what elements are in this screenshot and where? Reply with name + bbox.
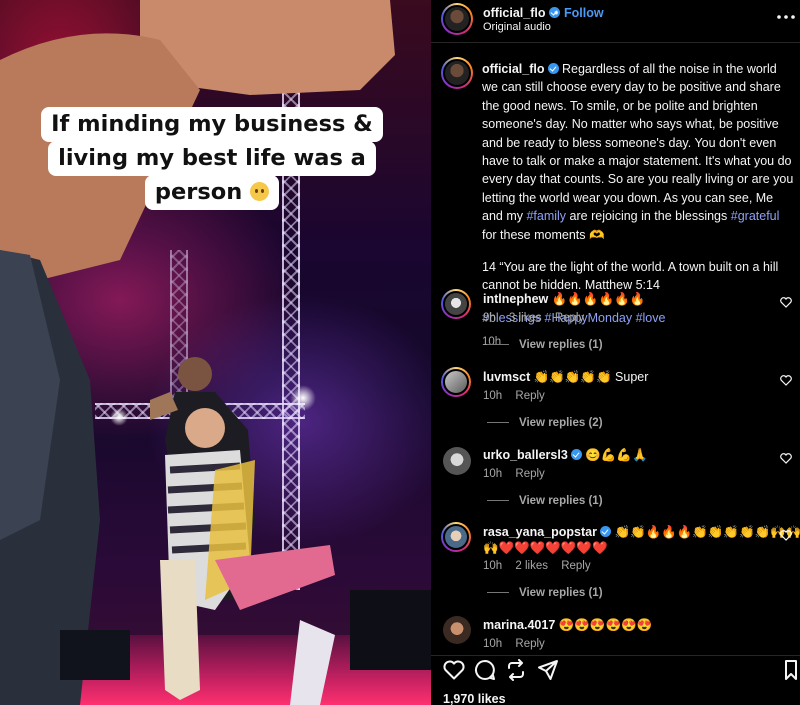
view-replies-button[interactable]: View replies (1) bbox=[487, 339, 603, 351]
video-caption: If minding my business & living my best … bbox=[34, 107, 390, 210]
likes-count[interactable]: 1,970 likes bbox=[443, 692, 506, 705]
video-caption-line: person bbox=[144, 175, 280, 210]
verified-badge-icon bbox=[570, 449, 582, 460]
replies-dash bbox=[487, 500, 509, 502]
comment-time: 10h bbox=[483, 468, 503, 480]
comment-meta: 10h Reply bbox=[483, 468, 545, 480]
comment-avatar[interactable] bbox=[441, 289, 471, 319]
comment-time: 10h bbox=[483, 638, 503, 650]
comment-text: 👏👏👏👏👏 Super bbox=[533, 370, 649, 384]
comment: rasa_yana_popstar 👏👏🔥🔥🔥👏👏👏👏👏🙌🙌 bbox=[483, 525, 800, 540]
comment-meta: 10h Reply bbox=[483, 390, 545, 402]
comment-avatar[interactable] bbox=[443, 447, 471, 475]
comment-username[interactable]: rasa_yana_popstar bbox=[483, 525, 597, 539]
verified-badge-icon bbox=[599, 526, 611, 537]
comment-avatar[interactable] bbox=[443, 616, 471, 644]
like-comment-heart-icon[interactable] bbox=[780, 375, 792, 386]
video-player[interactable]: If minding my business & living my best … bbox=[0, 0, 431, 705]
replies-dash bbox=[487, 344, 509, 346]
comment-meta: 9h 3 likes Reply bbox=[483, 312, 584, 324]
verified-badge-icon bbox=[547, 63, 559, 74]
author-avatar[interactable] bbox=[441, 3, 473, 35]
performer-figures bbox=[0, 0, 431, 705]
header-divider bbox=[431, 42, 800, 43]
hashtag-link[interactable]: #grateful bbox=[731, 209, 780, 223]
hashtag-link[interactable]: #family bbox=[526, 209, 566, 223]
reply-button[interactable]: Reply bbox=[555, 312, 584, 324]
video-caption-line: living my best life was a bbox=[48, 141, 376, 176]
comment-time: 9h bbox=[483, 312, 496, 324]
view-replies-button[interactable]: View replies (1) bbox=[487, 587, 603, 599]
comment-time: 10h bbox=[483, 390, 503, 402]
view-replies-button[interactable]: View replies (2) bbox=[487, 417, 603, 429]
more-options-icon[interactable] bbox=[776, 14, 796, 20]
like-comment-heart-icon[interactable] bbox=[780, 297, 792, 308]
like-heart-icon[interactable] bbox=[443, 660, 465, 680]
audio-label[interactable]: Original audio bbox=[483, 21, 551, 33]
comment-text-continued: 🙌❤️❤️❤️❤️❤️❤️❤️ bbox=[483, 541, 608, 555]
comment-username[interactable]: urko_ballersl3 bbox=[483, 448, 568, 462]
author-username[interactable]: official_flo bbox=[483, 6, 560, 20]
replies-dash bbox=[487, 592, 509, 594]
comment: luvmsct 👏👏👏👏👏 Super bbox=[483, 370, 648, 385]
comment-time: 10h bbox=[483, 560, 503, 572]
reply-button[interactable]: Reply bbox=[515, 468, 544, 480]
caption-username[interactable]: official_flo bbox=[482, 62, 545, 76]
view-replies-button[interactable]: View replies (1) bbox=[487, 495, 603, 507]
comment-username[interactable]: marina.4017 bbox=[483, 618, 555, 632]
follow-button[interactable]: Follow bbox=[564, 6, 604, 20]
video-caption-line: If minding my business & bbox=[41, 107, 383, 142]
comment: intlnephew 🔥🔥🔥🔥🔥🔥 bbox=[483, 292, 645, 307]
comment-username[interactable]: luvmsct bbox=[483, 370, 530, 384]
save-bookmark-icon[interactable] bbox=[784, 659, 798, 681]
like-comment-heart-icon[interactable] bbox=[780, 530, 792, 541]
comment: marina.4017 😍😍😍😍😍😍 bbox=[483, 618, 652, 633]
caption-author-avatar[interactable] bbox=[441, 57, 473, 89]
comment-bubble-icon[interactable] bbox=[474, 659, 496, 681]
comment: urko_ballersl3 😊💪💪🙏 bbox=[483, 448, 648, 463]
comment-text: 🔥🔥🔥🔥🔥🔥 bbox=[551, 292, 646, 306]
reply-button[interactable]: Reply bbox=[515, 390, 544, 402]
reply-button[interactable]: Reply bbox=[561, 560, 590, 572]
reply-button[interactable]: Reply bbox=[515, 638, 544, 650]
comment-likes[interactable]: 3 likes bbox=[509, 312, 542, 324]
comment-text: 😊💪💪🙏 bbox=[585, 448, 648, 462]
comment-likes[interactable]: 2 likes bbox=[515, 560, 548, 572]
comment-text: 👏👏🔥🔥🔥👏👏👏👏👏🙌🙌 bbox=[614, 525, 800, 539]
caption-paragraph: official_flo Regardless of all the noise… bbox=[482, 62, 794, 242]
comment-username[interactable]: intlnephew bbox=[483, 292, 548, 306]
caption-paragraph: 14 “You are the light of the world. A to… bbox=[482, 260, 779, 293]
comment-meta: 10h 2 likes Reply bbox=[483, 560, 591, 572]
post-caption: official_flo Regardless of all the noise… bbox=[482, 60, 796, 352]
comment-avatar[interactable] bbox=[441, 522, 471, 552]
replies-dash bbox=[487, 422, 509, 424]
repost-icon[interactable] bbox=[505, 659, 527, 681]
share-send-icon[interactable] bbox=[537, 659, 559, 681]
comment-text: 😍😍😍😍😍😍 bbox=[558, 618, 653, 632]
header-separator: • bbox=[554, 6, 559, 20]
comment-meta: 10h Reply bbox=[483, 638, 545, 650]
comment-avatar[interactable] bbox=[441, 367, 471, 397]
like-comment-heart-icon[interactable] bbox=[780, 453, 792, 464]
pleading-face-emoji-icon bbox=[250, 182, 270, 201]
